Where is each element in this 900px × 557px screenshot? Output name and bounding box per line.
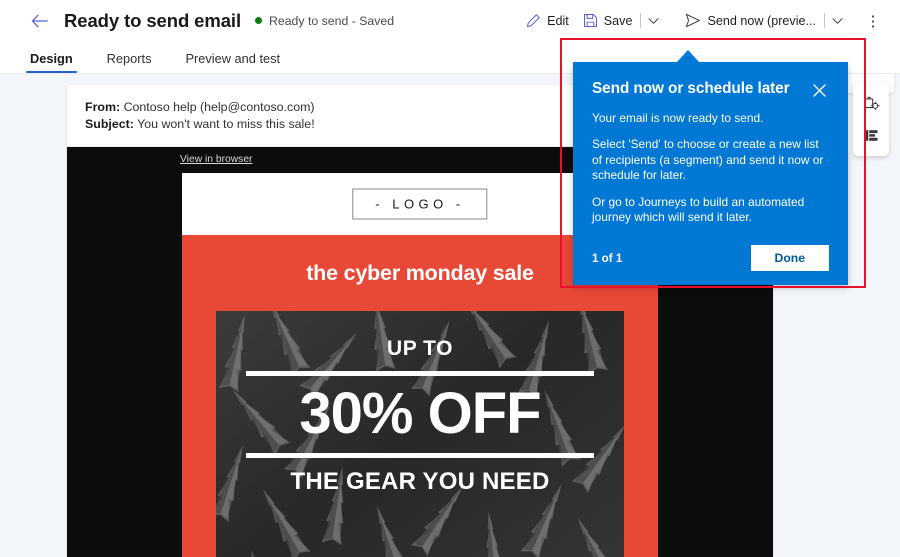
tab-reports[interactable]: Reports: [103, 51, 156, 73]
teaching-bubble-footer: 1 of 1 Done: [592, 245, 829, 272]
hero-image: UP TO 30% OFF THE GEAR YOU NEED: [216, 311, 624, 557]
tab-design[interactable]: Design: [26, 51, 77, 73]
save-button[interactable]: Save: [576, 5, 640, 37]
content-settings-icon[interactable]: [858, 90, 884, 116]
divider: [640, 13, 642, 28]
status-label: Ready to send - Saved: [269, 13, 395, 28]
teaching-bubble-beak: [677, 50, 699, 62]
status-dot-icon: [255, 17, 262, 24]
hero-rule-bottom: [246, 452, 594, 458]
teaching-bubble-title: Send now or schedule later: [592, 80, 790, 97]
edit-button[interactable]: Edit: [519, 5, 576, 37]
hero-upto: UP TO: [387, 337, 453, 360]
arrow-left-icon: [31, 14, 48, 28]
tab-preview-and-test[interactable]: Preview and test: [181, 51, 284, 73]
divider: [824, 13, 825, 28]
teaching-bubble-header: Send now or schedule later: [592, 79, 829, 100]
pencil-icon: [526, 13, 541, 28]
teaching-bubble-paragraph-3: Or go to Journeys to build an automated …: [592, 194, 805, 225]
view-in-browser-link[interactable]: View in browser: [180, 154, 253, 165]
chevron-down-icon: [648, 12, 659, 30]
status-badge: Ready to send - Saved: [255, 14, 394, 28]
canvas-side-toolbar: [853, 82, 889, 156]
hero-percent: 30% OFF: [299, 381, 541, 446]
done-button[interactable]: Done: [750, 245, 829, 272]
send-dropdown-button[interactable]: [826, 5, 848, 37]
logo-placeholder: - LOGO -: [352, 188, 488, 220]
teaching-bubble-paragraph-2: Select 'Send' to choose or create a new …: [592, 137, 824, 183]
subject-label: Subject:: [85, 117, 134, 131]
teaching-bubble-counter: 1 of 1: [592, 251, 623, 265]
save-dropdown-button[interactable]: [642, 5, 664, 37]
send-now-label: Send now (previe...: [707, 13, 816, 28]
subject-value: You won't want to miss this sale!: [137, 117, 315, 131]
send-now-button[interactable]: Send now (previe...: [678, 5, 823, 37]
more-vertical-icon[interactable]: ⋮: [858, 5, 888, 37]
hero-text-block: UP TO 30% OFF THE GEAR YOU NEED: [216, 337, 624, 496]
chevron-down-icon: [831, 12, 843, 30]
page-title: Ready to send email: [64, 9, 241, 31]
layout-blocks-icon[interactable]: [858, 122, 884, 148]
close-icon[interactable]: [809, 80, 829, 100]
hero-subtext: THE GEAR YOU NEED: [290, 467, 550, 495]
command-bar: Ready to send email Ready to send - Save…: [0, 0, 900, 41]
back-button[interactable]: [22, 4, 56, 38]
from-label: From:: [85, 100, 121, 114]
hero-rule-top: [246, 371, 594, 376]
teaching-bubble: Send now or schedule later Your email is…: [573, 62, 848, 286]
teaching-bubble-paragraph-1: Your email is now ready to send.: [592, 111, 764, 125]
edit-label: Edit: [547, 13, 569, 28]
save-label: Save: [603, 13, 633, 28]
command-bar-actions: Edit Save Send now (previe... ⋮: [519, 5, 900, 37]
floppy-disk-icon: [583, 13, 598, 28]
from-value: Contoso help (help@contoso.com): [123, 100, 315, 114]
send-paper-plane-icon: [685, 13, 701, 28]
